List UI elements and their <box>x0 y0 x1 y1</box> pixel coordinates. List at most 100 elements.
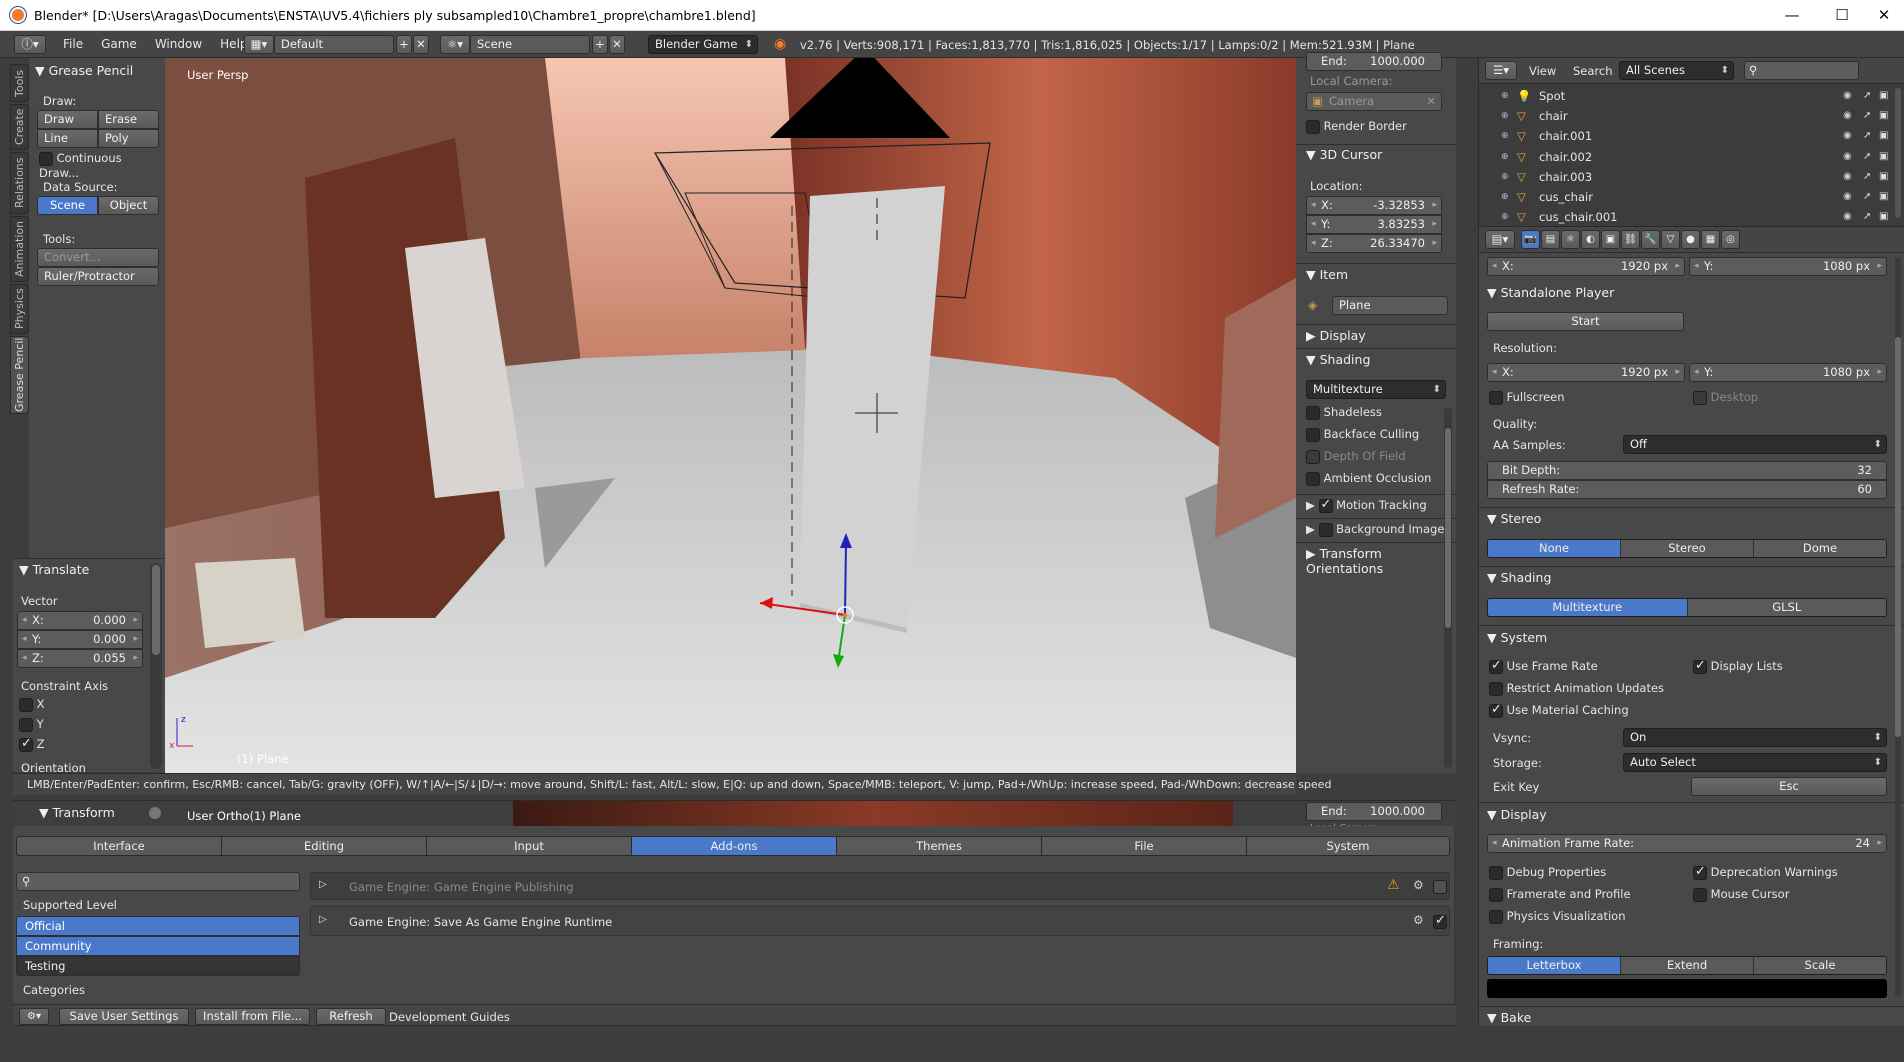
vsync-dropdown[interactable]: On <box>1623 728 1887 747</box>
vector-y-field[interactable]: ◂ Y: 0.000 ▸ <box>17 630 143 649</box>
refresh-rate-field[interactable]: Refresh Rate: 60 <box>1487 480 1887 499</box>
cursor-y-field[interactable]: ◂ Y: 3.83253 ▸ <box>1306 215 1442 234</box>
transform-orientations-header[interactable]: ▶ Transform Orientations <box>1306 546 1456 576</box>
fullscreen-checkbox[interactable] <box>1489 390 1503 405</box>
operator-scrollbar[interactable] <box>150 563 162 769</box>
tab-create[interactable]: Create <box>10 104 29 150</box>
mouse-cursor-row[interactable]: Mouse Cursor <box>1693 887 1789 902</box>
draw-button[interactable]: Draw <box>37 110 98 129</box>
tab-input[interactable]: Input <box>426 836 632 856</box>
renderable-camera-icon[interactable]: ▣ <box>1879 187 1888 207</box>
visibility-eye-icon[interactable]: ◉ <box>1843 207 1852 227</box>
object-source-button[interactable]: Object <box>98 196 159 215</box>
res-y-field[interactable]: ◂ Y: 1080 px ▸ <box>1689 363 1887 382</box>
expand-icon[interactable]: ⊕ <box>1501 147 1509 167</box>
visibility-eye-icon[interactable]: ◉ <box>1843 167 1852 187</box>
layout-add-icon[interactable]: + <box>396 35 412 54</box>
framerate-profile-row[interactable]: Framerate and Profile <box>1489 887 1631 902</box>
constraints-tab-icon[interactable]: ⛓ <box>1621 230 1640 249</box>
res-x-field[interactable]: ◂ X: 1920 px ▸ <box>1487 363 1685 382</box>
selectable-arrow-icon[interactable]: ➚ <box>1863 167 1871 187</box>
addon-enable-checkbox[interactable] <box>1433 913 1447 929</box>
properties-type-icon[interactable]: ▤▾ <box>1485 230 1515 249</box>
renderable-camera-icon[interactable]: ▣ <box>1879 106 1888 126</box>
level-official-button[interactable]: Official <box>16 916 300 936</box>
background-images-checkbox[interactable] <box>1318 522 1333 537</box>
outliner-search-menu[interactable]: Search <box>1573 64 1613 78</box>
object-name-field[interactable]: Plane <box>1332 296 1448 315</box>
world-tab-icon[interactable]: ◐ <box>1581 230 1600 249</box>
shading-props-panel-header[interactable]: ▼ Shading <box>1487 570 1551 585</box>
bake-panel-header[interactable]: ▼ Bake <box>1487 1010 1531 1025</box>
expand-icon[interactable]: ⊕ <box>1501 207 1509 227</box>
constraint-x-checkbox[interactable] <box>19 697 33 712</box>
stereo-panel-header[interactable]: ▼ Stereo <box>1487 511 1541 526</box>
restrict-animation-checkbox[interactable] <box>1489 681 1503 696</box>
selectable-arrow-icon[interactable]: ➚ <box>1863 86 1871 106</box>
system-panel-header[interactable]: ▼ System <box>1487 630 1547 645</box>
lower-clip-end-field[interactable]: End: 1000.000 <box>1306 802 1442 821</box>
background-images-header[interactable]: ▶ Background Images <box>1306 522 1450 537</box>
cursor-x-field[interactable]: ◂ X: -3.32853 ▸ <box>1306 196 1442 215</box>
scale-button[interactable]: Scale <box>1754 957 1886 974</box>
addon-settings-icon[interactable]: ⚙ <box>1413 913 1424 927</box>
addon-settings-icon[interactable]: ⚙ <box>1413 878 1424 892</box>
start-button[interactable]: Start <box>1487 312 1684 331</box>
stereo-dome-button[interactable]: Dome <box>1754 540 1886 557</box>
vector-z-field[interactable]: ◂ Z: 0.055 ▸ <box>17 649 143 668</box>
tab-physics[interactable]: Physics <box>10 284 29 334</box>
animation-frame-rate-field[interactable]: ◂ Animation Frame Rate: 24 ▸ <box>1487 834 1887 853</box>
menu-game[interactable]: Game <box>92 31 146 57</box>
tab-addons[interactable]: Add-ons <box>631 836 837 856</box>
viewport-3d[interactable]: z x User Persp (1) Plane <box>165 58 1296 773</box>
engine-dropdown[interactable]: Blender Game <box>648 35 758 54</box>
outliner-row[interactable]: ⊕ ▽ cus_chair ◉ ➚ ▣ <box>1479 187 1899 207</box>
physics-visualization-row[interactable]: Physics Visualization <box>1489 909 1625 924</box>
object-tab-icon[interactable]: ▣ <box>1601 230 1620 249</box>
convert-button[interactable]: Convert... <box>37 248 159 267</box>
use-frame-rate-checkbox[interactable] <box>1489 658 1503 674</box>
expand-icon[interactable]: ⊕ <box>1501 187 1509 207</box>
outliner-view-menu[interactable]: View <box>1529 64 1556 78</box>
lower-transform-header[interactable]: ▼ Transform <box>39 805 115 820</box>
vector-x-field[interactable]: ◂ X: 0.000 ▸ <box>17 611 143 630</box>
backface-row[interactable]: Backface Culling <box>1306 427 1419 442</box>
visibility-eye-icon[interactable]: ◉ <box>1843 106 1852 126</box>
deprecation-warnings-row[interactable]: Deprecation Warnings <box>1693 864 1838 880</box>
visibility-eye-icon[interactable]: ◉ <box>1843 86 1852 106</box>
extend-button[interactable]: Extend <box>1621 957 1754 974</box>
physics-visualization-checkbox[interactable] <box>1489 909 1503 924</box>
minimize-button[interactable]: — <box>1772 4 1812 26</box>
desktop-row[interactable]: Desktop <box>1693 390 1758 405</box>
render-border-checkbox[interactable] <box>1306 119 1320 134</box>
close-window-button[interactable]: ✕ <box>1864 4 1904 26</box>
lower-scroll-handle[interactable] <box>149 807 161 819</box>
material-caching-row[interactable]: Use Material Caching <box>1489 702 1629 718</box>
constraint-z-row[interactable]: Z <box>19 736 45 752</box>
visibility-eye-icon[interactable]: ◉ <box>1843 187 1852 207</box>
erase-button[interactable]: Erase <box>98 110 159 129</box>
mouse-cursor-checkbox[interactable] <box>1693 887 1707 902</box>
multitexture-button[interactable]: Multitexture <box>1488 599 1688 616</box>
constraint-y-checkbox[interactable] <box>19 717 33 732</box>
menu-window[interactable]: Window <box>146 31 211 57</box>
display-lists-row[interactable]: Display Lists <box>1693 658 1783 674</box>
motion-tracking-checkbox[interactable] <box>1318 497 1333 513</box>
outliner-row[interactable]: ⊕ ▽ chair.002 ◉ ➚ ▣ <box>1479 147 1899 167</box>
display-panel-header[interactable]: ▶ Display <box>1306 328 1366 343</box>
selectable-arrow-icon[interactable]: ➚ <box>1863 147 1871 167</box>
outliner-scrollbar[interactable] <box>1895 88 1901 218</box>
grease-pencil-panel-header[interactable]: ▼ Grease Pencil <box>35 63 133 78</box>
debug-properties-checkbox[interactable] <box>1489 865 1503 880</box>
outliner-row[interactable]: ⊕ ▽ chair.003 ◉ ➚ ▣ <box>1479 167 1899 187</box>
display-lists-checkbox[interactable] <box>1693 658 1707 674</box>
bit-depth-field[interactable]: Bit Depth: 32 <box>1487 461 1887 480</box>
restrict-animation-row[interactable]: Restrict Animation Updates <box>1489 681 1664 696</box>
translate-panel-header[interactable]: ▼ Translate <box>19 562 89 577</box>
framerate-profile-checkbox[interactable] <box>1489 887 1503 902</box>
addon-expand-icon[interactable]: ▷ <box>319 879 327 890</box>
line-button[interactable]: Line <box>37 129 98 148</box>
material-caching-checkbox[interactable] <box>1489 702 1503 718</box>
stereo-none-button[interactable]: None <box>1488 540 1621 557</box>
deprecation-warnings-checkbox[interactable] <box>1693 864 1707 880</box>
